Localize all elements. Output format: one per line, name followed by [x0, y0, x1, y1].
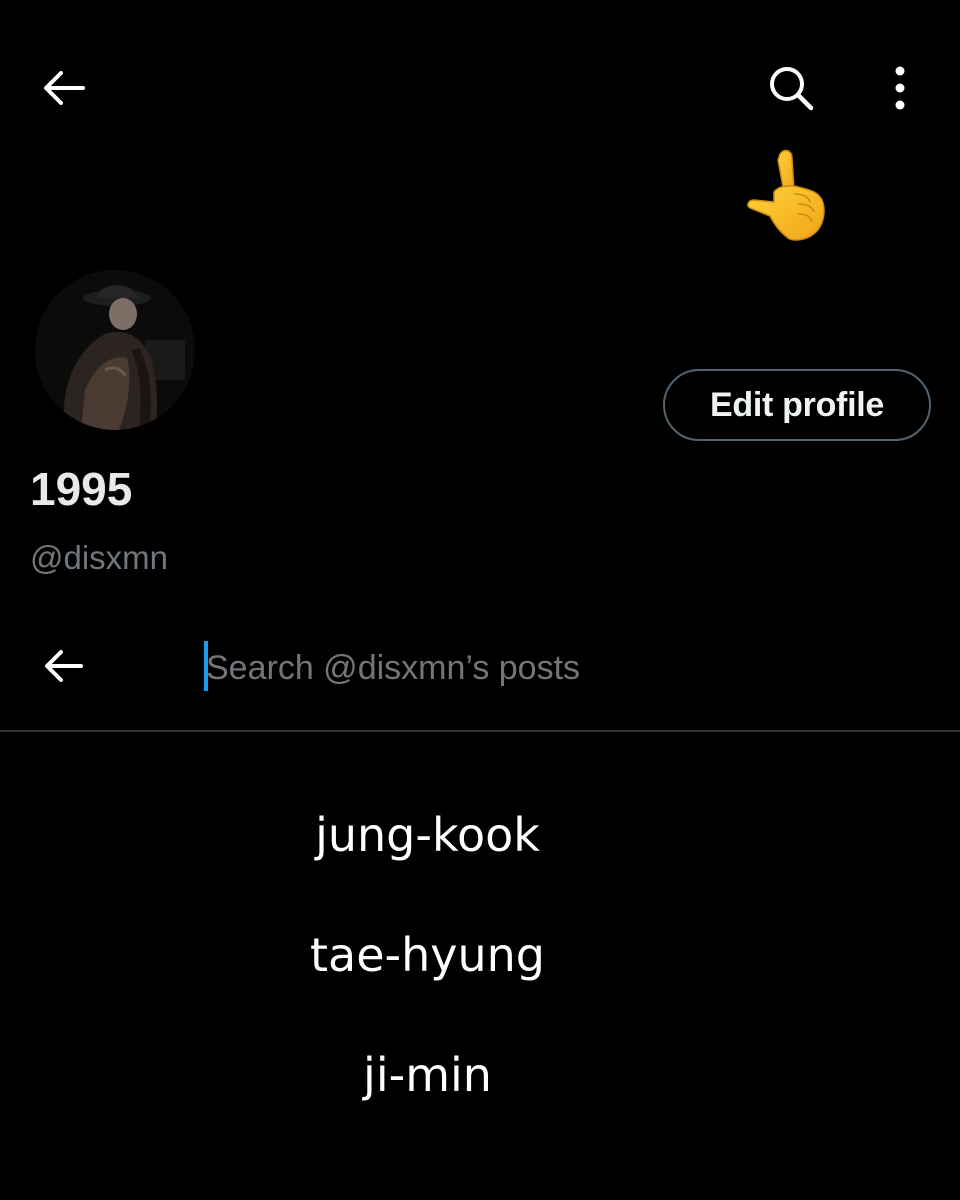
list-item: ji-min: [363, 1048, 492, 1102]
list-item: jung-kook: [315, 808, 540, 862]
user-handle: @disxmn: [30, 539, 169, 576]
display-name: 1995: [30, 463, 133, 515]
search-back-button[interactable]: [36, 640, 92, 692]
search-button[interactable]: [760, 62, 822, 114]
pointing-up-emoji: [744, 146, 834, 246]
profile-avatar[interactable]: [35, 270, 195, 430]
search-icon: [770, 67, 814, 111]
divider: [0, 730, 960, 732]
text-caret: [204, 641, 208, 691]
more-vertical-icon: [895, 66, 905, 110]
back-button[interactable]: [36, 64, 92, 112]
search-posts-input[interactable]: [200, 642, 906, 694]
list-item: tae-hyung: [309, 928, 545, 982]
edit-profile-button[interactable]: Edit profile: [663, 369, 931, 441]
arrow-left-icon: [45, 650, 83, 682]
more-options-button[interactable]: [876, 62, 924, 114]
arrow-left-icon: [44, 71, 85, 105]
